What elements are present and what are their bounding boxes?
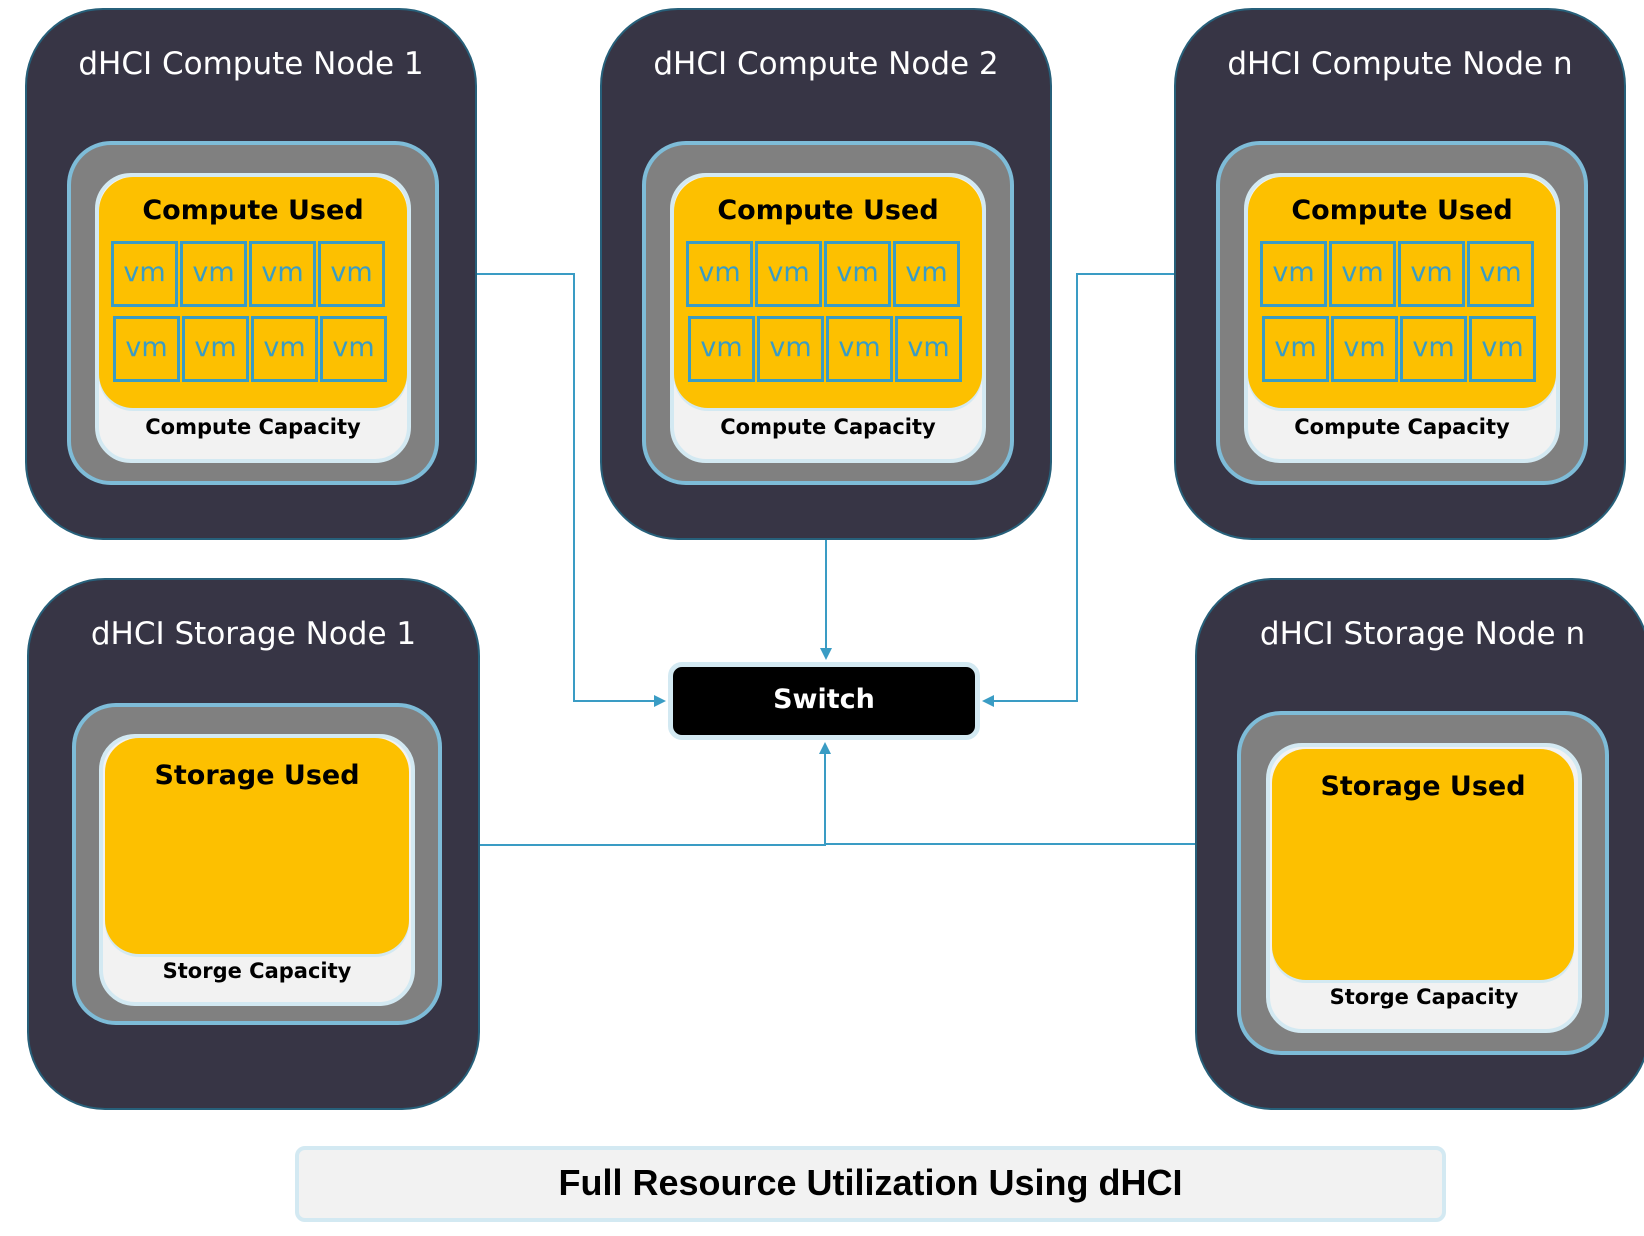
storage-capacity-label: Storge Capacity (162, 959, 352, 983)
vm-tile: vm (249, 241, 316, 307)
storage-node-n: dHCI Storage Node n Storage Used Storge … (1195, 578, 1644, 1110)
diagram-title-banner: Full Resource Utilization Using dHCI (295, 1146, 1446, 1222)
vm-tile: vm (1469, 316, 1536, 382)
node-title: dHCI Compute Node 1 (78, 46, 424, 82)
storage-capacity-label: Storge Capacity (1329, 985, 1519, 1009)
node-title: dHCI Storage Node 1 (90, 616, 417, 652)
vm-tile: vm (824, 241, 891, 307)
compute-node-1: dHCI Compute Node 1 Compute Used vm vm v… (25, 8, 477, 540)
compute-used-label: Compute Used (142, 195, 364, 226)
storage-node-1: dHCI Storage Node 1 Storage Used Storge … (27, 578, 480, 1110)
compute-capacity-label: Compute Capacity (720, 415, 936, 439)
storage-capacity-frame: Storage Used Storge Capacity (72, 703, 442, 1025)
storage-capacity-area: Storage Used Storge Capacity (99, 734, 415, 1006)
storage-used-area: Storage Used (1272, 749, 1574, 980)
node-title: dHCI Storage Node n (1259, 616, 1586, 652)
vm-tile: vm (1260, 241, 1327, 307)
compute-capacity-area: Compute Used vm vm vm vm vm vm vm vm Com… (670, 173, 986, 463)
compute-used-label: Compute Used (1291, 195, 1513, 226)
vm-tile: vm (1400, 316, 1467, 382)
compute-capacity-frame: Compute Used vm vm vm vm vm vm vm vm Com… (67, 141, 439, 485)
vm-tile: vm (111, 241, 178, 307)
storage-capacity-frame: Storage Used Storge Capacity (1237, 711, 1609, 1055)
vm-tile: vm (893, 241, 960, 307)
storage-capacity-area: Storage Used Storge Capacity (1266, 743, 1582, 1033)
vm-tile: vm (180, 241, 247, 307)
vm-tile: vm (688, 316, 755, 382)
vm-tile: vm (826, 316, 893, 382)
storage-used-area: Storage Used (105, 738, 409, 954)
compute-capacity-frame: Compute Used vm vm vm vm vm vm vm vm Com… (642, 141, 1014, 485)
compute-used-area: Compute Used vm vm vm vm vm vm vm vm (99, 177, 407, 408)
node-title: dHCI Compute Node 2 (653, 46, 999, 82)
node-title: dHCI Compute Node n (1227, 46, 1573, 82)
compute-capacity-label: Compute Capacity (145, 415, 361, 439)
network-switch: Switch (668, 662, 980, 740)
compute-node-2: dHCI Compute Node 2 Compute Used vm vm v… (600, 8, 1052, 540)
compute-capacity-area: Compute Used vm vm vm vm vm vm vm vm Com… (95, 173, 411, 463)
vm-tile: vm (895, 316, 962, 382)
compute-capacity-frame: Compute Used vm vm vm vm vm vm vm vm Com… (1216, 141, 1588, 485)
vm-tile: vm (686, 241, 753, 307)
vm-tile: vm (251, 316, 318, 382)
link-storage-nodes-to-switch (480, 742, 831, 846)
vm-tile: vm (755, 241, 822, 307)
storage-used-label: Storage Used (1320, 771, 1526, 802)
vm-tile: vm (1331, 316, 1398, 382)
vm-tile: vm (1262, 316, 1329, 382)
compute-node-n: dHCI Compute Node n Compute Used vm vm v… (1174, 8, 1626, 540)
compute-capacity-label: Compute Capacity (1294, 415, 1510, 439)
vm-tile: vm (113, 316, 180, 382)
vm-tile: vm (320, 316, 387, 382)
vm-tile: vm (1329, 241, 1396, 307)
compute-capacity-area: Compute Used vm vm vm vm vm vm vm vm Com… (1244, 173, 1560, 463)
vm-tile: vm (757, 316, 824, 382)
vm-tile: vm (1467, 241, 1534, 307)
vm-tile: vm (1398, 241, 1465, 307)
compute-used-area: Compute Used vm vm vm vm vm vm vm vm (1248, 177, 1556, 408)
compute-used-area: Compute Used vm vm vm vm vm vm vm vm (674, 177, 982, 408)
storage-used-label: Storage Used (154, 760, 360, 791)
compute-used-label: Compute Used (717, 195, 939, 226)
vm-tile: vm (318, 241, 385, 307)
vm-tile: vm (182, 316, 249, 382)
